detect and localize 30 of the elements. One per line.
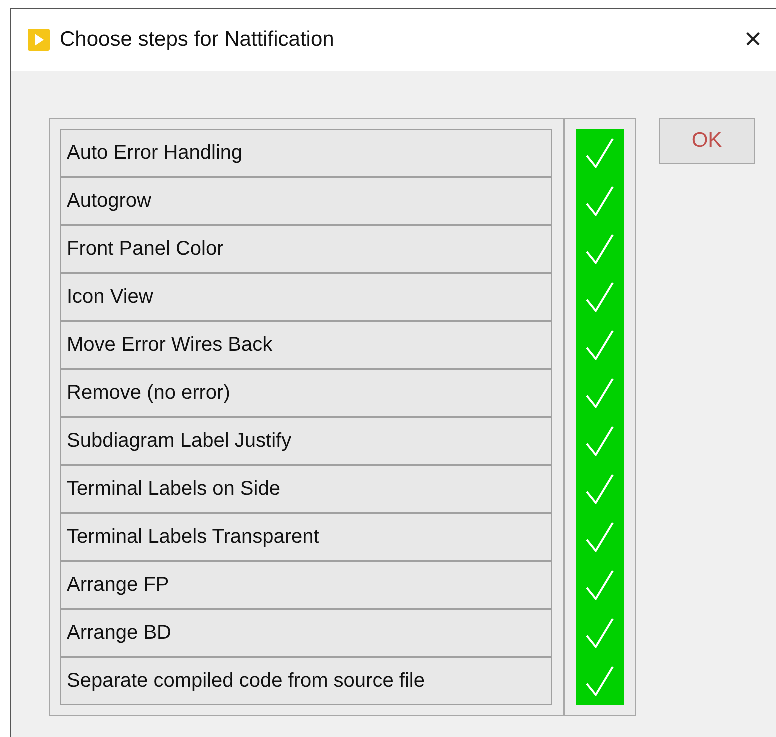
checkmark-icon — [585, 520, 615, 554]
checkmark-icon — [585, 328, 615, 362]
step-label: Arrange FP — [60, 561, 552, 609]
step-checkbox[interactable] — [576, 129, 624, 177]
checkmark-icon — [585, 136, 615, 170]
step-label: Terminal Labels Transparent — [60, 513, 552, 561]
step-label: Arrange BD — [60, 609, 552, 657]
step-label: Icon View — [60, 273, 552, 321]
step-label: Subdiagram Label Justify — [60, 417, 552, 465]
step-label: Autogrow — [60, 177, 552, 225]
checkmark-icon — [585, 616, 615, 650]
step-label: Auto Error Handling — [60, 129, 552, 177]
checkmark-icon — [585, 280, 615, 314]
step-label: Terminal Labels on Side — [60, 465, 552, 513]
step-label: Front Panel Color — [60, 225, 552, 273]
checkmark-icon — [585, 232, 615, 266]
window-title: Choose steps for Nattification — [60, 27, 334, 54]
ok-button[interactable]: OK — [659, 118, 755, 164]
close-button[interactable]: × — [740, 25, 766, 55]
checkmark-icon — [585, 472, 615, 506]
checkmark-icon — [585, 376, 615, 410]
play-logo-icon — [28, 29, 50, 51]
checkmark-icon — [585, 664, 615, 698]
step-checkbox[interactable] — [576, 657, 624, 705]
checkmark-icon — [585, 424, 615, 458]
step-label: Remove (no error) — [60, 369, 552, 417]
step-label: Separate compiled code from source file — [60, 657, 552, 705]
checkmark-icon — [585, 184, 615, 218]
step-label: Move Error Wires Back — [60, 321, 552, 369]
checkmark-icon — [585, 568, 615, 602]
